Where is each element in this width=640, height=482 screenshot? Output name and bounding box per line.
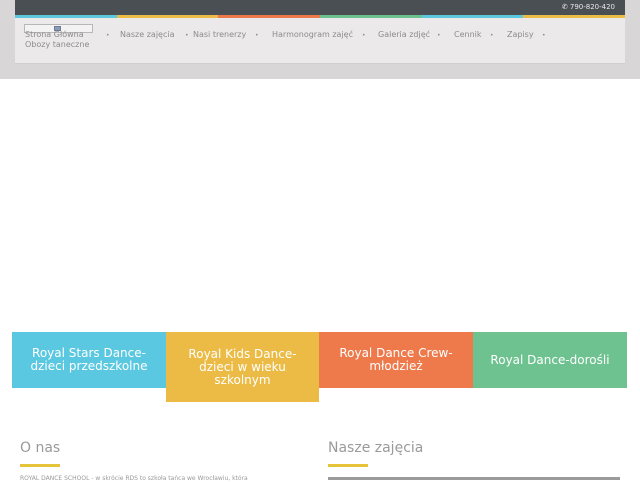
tile-royal-kids[interactable]: Royal Kids Dance-dzieci w wieku szkolnym [166,332,319,402]
nav-item-classes[interactable]: Nasze zajęcia [120,30,175,40]
tile-royal-stars[interactable]: Royal Stars Dance-dzieci przedszkolne [12,332,166,388]
classes-title: Nasze zajęcia [328,440,424,456]
nav-item-gallery[interactable]: Galeria zdjęć [378,30,430,40]
nav-item-schedule[interactable]: Harmonogram zajęć [272,30,353,40]
nav-item-trainers[interactable]: Nasi trenerzy [193,30,246,40]
class-tiles: Royal Stars Dance-dzieci przedszkolne Ro… [12,332,627,402]
nav-separator: • [437,32,441,39]
nav-separator: • [542,32,546,39]
tile-royal-adults[interactable]: Royal Dance-dorośli [473,332,627,388]
nav-separator: • [255,32,259,39]
tile-label: Royal Kids Dance-dzieci w wieku szkolnym [188,346,297,387]
nav-item-pricing[interactable]: Cennik [454,30,482,40]
nav-item-signup[interactable]: Zapisy [507,30,534,40]
nav-separator: • [362,32,366,39]
tile-label: Royal Dance-dorośli [490,352,610,367]
nav-item-home[interactable]: Strona Główna [25,30,84,40]
tile-label: Royal Stars Dance-dzieci przedszkolne [30,346,148,373]
phone-number: 790-820-420 [569,3,615,11]
about-title: O nas [20,440,61,456]
phone-icon: ✆ [561,3,568,11]
navigation-bar: Strona Główna • Nasze zajęcia • Nasi tre… [15,18,625,64]
tile-label: Royal Dance Crew-młodzież [339,346,453,373]
phone-contact[interactable]: ✆ 790-820-420 [562,3,615,11]
nav-item-camps[interactable]: Obozy taneczne [25,40,89,50]
nav-separator: • [490,32,494,39]
classes-underline [328,464,368,467]
nav-separator: • [106,32,110,39]
about-underline [20,464,60,467]
nav-separator: • [185,32,189,39]
about-text: ROYAL DANCE SCHOOL - w skrócie RDS to sz… [20,475,248,482]
tile-royal-crew[interactable]: Royal Dance Crew-młodzież [319,332,473,388]
top-bar: ✆ 790-820-420 [15,0,625,15]
